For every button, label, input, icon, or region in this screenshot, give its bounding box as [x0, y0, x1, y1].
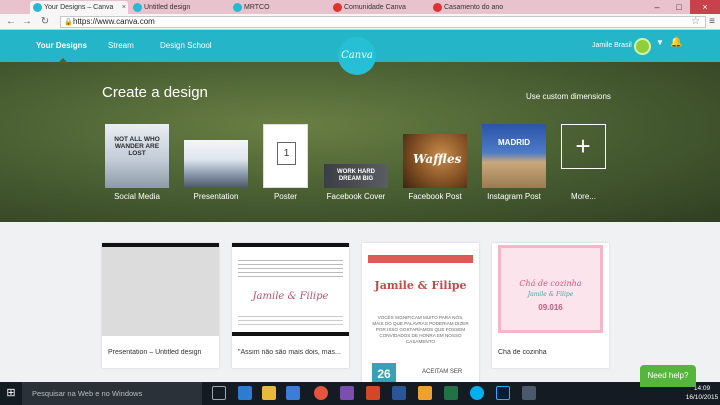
template-facebook-post[interactable]: Waffles Facebook Post	[403, 124, 467, 201]
folder-icon[interactable]	[418, 386, 432, 400]
card-date: 09.016	[538, 303, 563, 312]
tab-untitled-design[interactable]: Untitled design	[130, 1, 228, 14]
need-help-button[interactable]: Need help?	[640, 365, 696, 387]
back-arrow-icon[interactable]: ←	[4, 15, 18, 29]
design-card[interactable]: Presentation – Untitled design	[102, 243, 219, 368]
design-caption: Chá de cozinha	[498, 349, 547, 356]
presentation-thumbnail	[184, 140, 248, 188]
favicon-icon	[433, 3, 442, 12]
poster-thumbnail: 1	[263, 124, 308, 188]
task-view-icon[interactable]	[212, 386, 226, 400]
bookmark-star-icon[interactable]: ☆	[691, 16, 700, 27]
design-preview: Chá de cozinha Jamile & Filipe 09.016	[492, 243, 609, 336]
template-more[interactable]: + More...	[561, 124, 606, 201]
card-footer-text: ACEITAM SER	[422, 369, 463, 375]
custom-dimensions-link[interactable]: Use custom dimensions	[526, 92, 611, 101]
address-bar-row: ← → ↻ 🔒 https://www.canva.com ☆ ≡	[0, 14, 720, 30]
tab-your-designs[interactable]: Your Designs – Canva ×	[30, 1, 128, 14]
store-icon[interactable]	[286, 386, 300, 400]
active-nav-indicator	[58, 58, 68, 63]
pink-frame	[498, 245, 603, 333]
user-name[interactable]: Jamile Brasil	[592, 30, 632, 62]
favicon-icon	[333, 3, 342, 12]
tab-casamento[interactable]: Casamento do ano	[430, 1, 528, 14]
hero-title: Create a design	[102, 84, 208, 101]
avatar[interactable]	[634, 38, 651, 55]
nav-design-school[interactable]: Design School	[160, 30, 212, 62]
url-field[interactable]: 🔒 https://www.canva.com	[60, 16, 706, 28]
browser-tab-strip: Your Designs – Canva × Untitled design M…	[0, 0, 720, 14]
windows-start-icon[interactable]: ⊞	[0, 382, 22, 405]
design-preview: Jamile & Filipe VOCÊS SIGNIFICAM MUITO P…	[362, 243, 479, 393]
reload-icon[interactable]: ↻	[38, 15, 52, 29]
window-controls: – □ ×	[646, 0, 720, 14]
template-instagram-post[interactable]: MADRID Instagram Post	[482, 124, 546, 201]
nav-stream[interactable]: Stream	[108, 30, 134, 62]
design-caption: Presentation – Untitled design	[108, 349, 202, 356]
text-lines	[238, 257, 343, 277]
taskbar-search[interactable]: Pesquisar na Web e no Windows	[22, 382, 202, 405]
app-icon[interactable]	[522, 386, 536, 400]
card-body-text: VOCÊS SIGNIFICAM MUITO PARA NÓS, MAIS DO…	[372, 315, 469, 344]
chevron-down-icon[interactable]: ▼	[656, 38, 664, 47]
text-lines	[238, 313, 343, 327]
tab-mrtco[interactable]: MRTCO	[230, 1, 328, 14]
facebook-cover-thumbnail: WORK HARD DREAM BIG	[324, 164, 388, 188]
design-preview	[102, 243, 219, 336]
plus-icon: +	[575, 131, 591, 161]
template-facebook-cover[interactable]: WORK HARD DREAM BIG Facebook Cover	[324, 124, 388, 201]
photoshop-icon[interactable]	[496, 386, 510, 400]
canva-favicon-icon	[233, 3, 242, 12]
card-script-names: Jamile & Filipe	[252, 291, 329, 302]
design-preview: Jamile & Filipe	[232, 243, 349, 336]
instagram-post-thumbnail: MADRID	[482, 124, 546, 188]
bell-icon[interactable]: 🔔	[670, 37, 682, 48]
edge-icon[interactable]	[238, 386, 252, 400]
template-label: More...	[571, 192, 596, 201]
card-names: Jamile & Filipe	[527, 291, 574, 298]
close-tab-icon[interactable]: ×	[122, 1, 126, 14]
card-heading: Chá de cozinha	[519, 279, 582, 288]
minimize-button[interactable]: –	[646, 0, 668, 14]
facebook-post-thumbnail: Waffles	[403, 134, 467, 188]
canva-favicon-icon	[133, 3, 142, 12]
card-heading: Jamile & Filipe	[374, 279, 467, 292]
excel-icon[interactable]	[444, 386, 458, 400]
design-caption: "Assim não são mais dois, mas...	[238, 349, 341, 356]
design-card[interactable]: Jamile & Filipe VOCÊS SIGNIFICAM MUITO P…	[362, 243, 479, 393]
forward-arrow-icon[interactable]: →	[20, 15, 34, 29]
maximize-button[interactable]: □	[668, 0, 690, 14]
social-media-thumbnail: NOT ALL WHO WANDER ARE LOST	[105, 124, 169, 188]
canva-logo[interactable]: Canva	[338, 37, 376, 75]
tab-comunidade[interactable]: Comunidade Canva	[330, 1, 428, 14]
design-card[interactable]: Jamile & Filipe "Assim não são mais dois…	[232, 243, 349, 368]
file-explorer-icon[interactable]	[262, 386, 276, 400]
skype-icon[interactable]	[470, 386, 484, 400]
template-social-media[interactable]: NOT ALL WHO WANDER ARE LOST Social Media	[105, 124, 169, 201]
template-poster[interactable]: 1 Poster	[263, 124, 308, 201]
ribbon-banner	[368, 255, 473, 263]
browser-menu-icon[interactable]: ≡	[709, 16, 715, 27]
template-presentation[interactable]: Presentation	[184, 124, 248, 201]
design-card[interactable]: Chá de cozinha Jamile & Filipe 09.016 Ch…	[492, 243, 609, 368]
app-icon[interactable]	[340, 386, 354, 400]
more-templates-box: +	[561, 124, 606, 169]
powerpoint-icon[interactable]	[366, 386, 380, 400]
word-icon[interactable]	[392, 386, 406, 400]
canva-favicon-icon	[33, 3, 42, 12]
chrome-icon[interactable]	[314, 386, 328, 400]
lock-icon: 🔒	[64, 19, 73, 26]
close-window-button[interactable]: ×	[690, 0, 720, 14]
windows-taskbar: ⊞ Pesquisar na Web e no Windows 14:09 16…	[0, 382, 720, 405]
